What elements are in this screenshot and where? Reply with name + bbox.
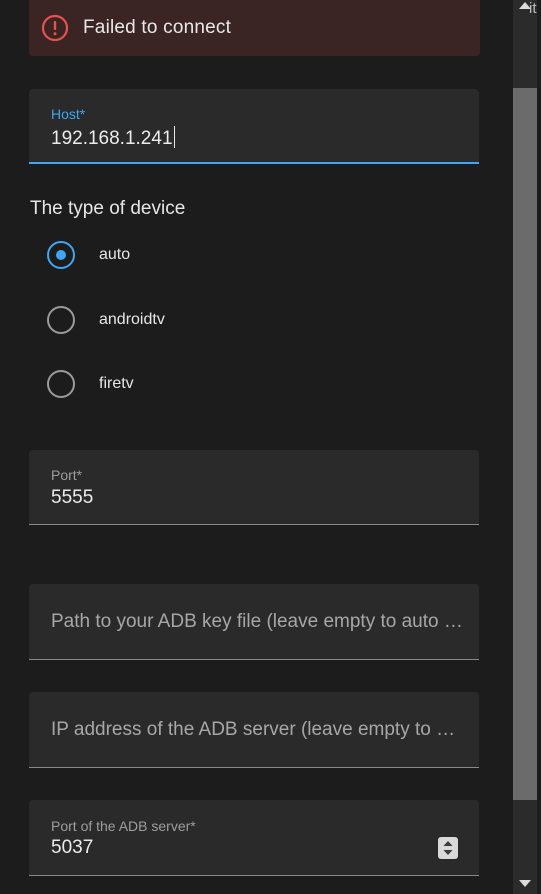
number-stepper-icon[interactable] xyxy=(438,837,458,859)
host-value: 192.168.1.241 xyxy=(51,128,173,149)
edge-text: it xyxy=(529,0,537,17)
radio-unchecked-icon xyxy=(47,370,75,398)
error-alert: Failed to connect xyxy=(29,0,480,56)
port-field[interactable]: Port* 5555 xyxy=(29,450,479,525)
host-label: Host* xyxy=(51,106,86,122)
scroll-thumb[interactable] xyxy=(513,88,537,800)
adb-server-port-value[interactable]: 5037 xyxy=(51,837,93,859)
error-message: Failed to connect xyxy=(83,17,232,38)
host-field[interactable]: Host* 192.168.1.241 xyxy=(29,89,479,164)
adb-server-ip-placeholder: IP address of the ADB server (leave empt… xyxy=(51,719,463,740)
text-caret xyxy=(173,126,175,148)
radio-auto[interactable]: auto xyxy=(47,241,347,269)
adb-key-placeholder: Path to your ADB key file (leave empty t… xyxy=(51,611,463,632)
alert-circle-icon xyxy=(41,14,69,42)
radio-checked-icon xyxy=(47,241,75,269)
radio-firetv[interactable]: firetv xyxy=(47,370,347,398)
adb-server-port-field[interactable]: Port of the ADB server* 5037 xyxy=(29,800,479,876)
scroll-down-icon[interactable] xyxy=(519,880,531,887)
port-value[interactable]: 5555 xyxy=(51,487,93,509)
adb-server-port-label: Port of the ADB server* xyxy=(51,818,196,834)
host-input[interactable]: 192.168.1.241 xyxy=(51,126,175,150)
vertical-scrollbar[interactable] xyxy=(510,0,541,894)
radio-label-androidtv: androidtv xyxy=(99,311,165,328)
radio-unchecked-icon xyxy=(47,306,75,334)
adb-server-ip-field[interactable]: IP address of the ADB server (leave empt… xyxy=(29,692,479,768)
device-type-title: The type of device xyxy=(30,198,186,219)
radio-dot xyxy=(56,250,66,260)
radio-label-auto: auto xyxy=(99,246,131,263)
config-dialog: Failed to connect Host* 192.168.1.241 Th… xyxy=(0,0,510,894)
port-label: Port* xyxy=(51,467,83,483)
adb-key-field[interactable]: Path to your ADB key file (leave empty t… xyxy=(29,584,479,660)
radio-androidtv[interactable]: androidtv xyxy=(47,306,347,334)
radio-label-firetv: firetv xyxy=(99,375,134,392)
